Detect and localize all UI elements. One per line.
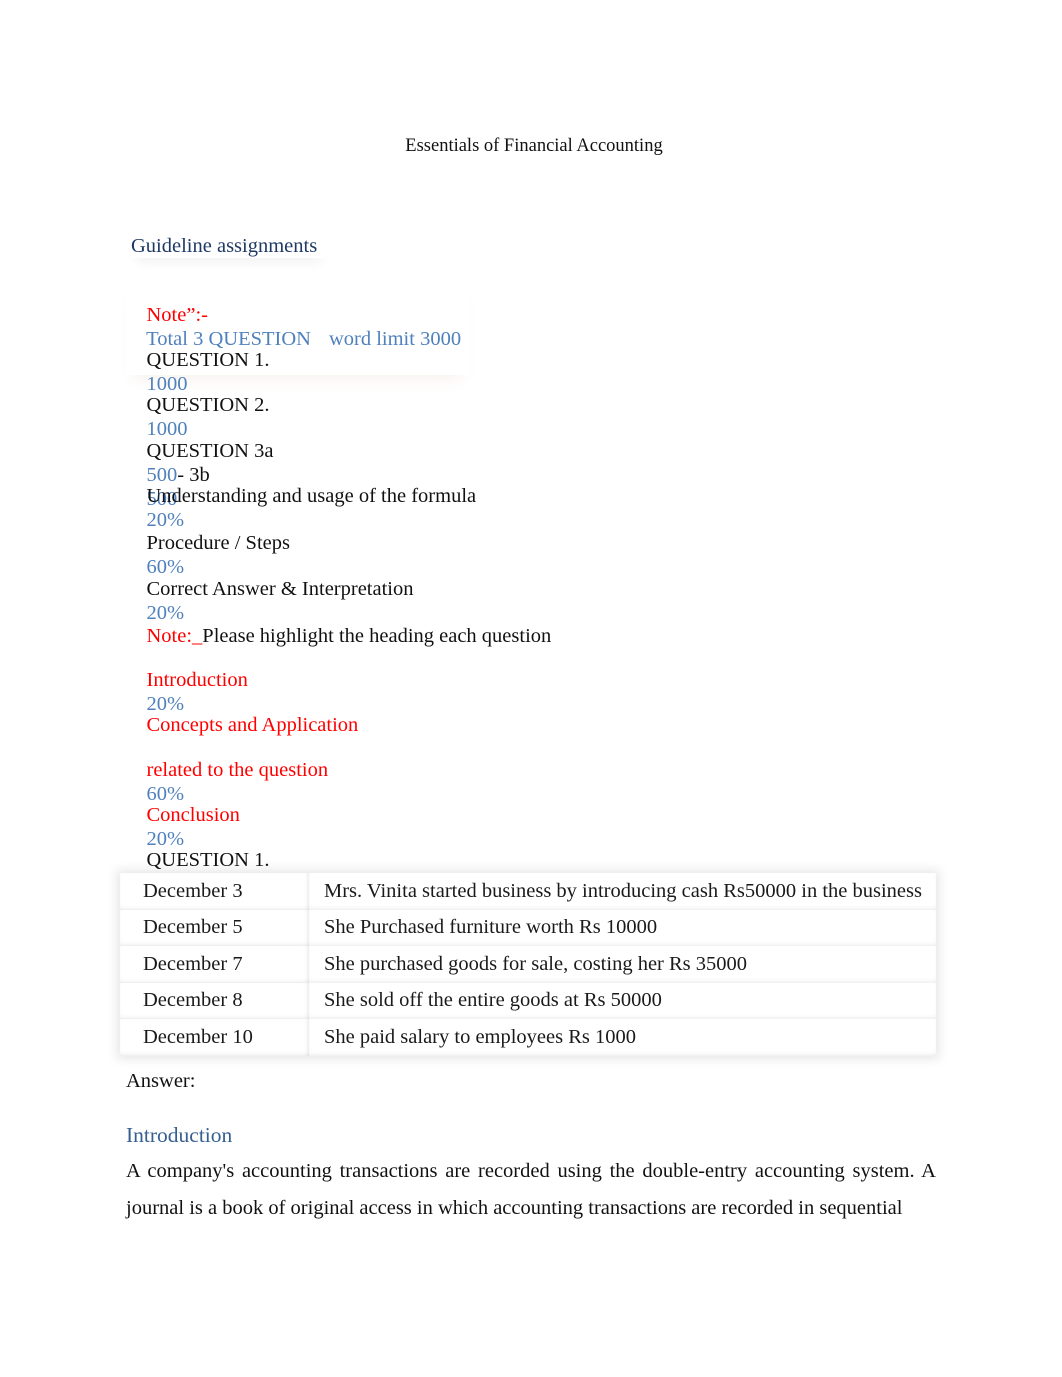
table-row: December 8 She sold off the entire goods… [120, 983, 936, 1020]
structure-label: related to the question [146, 759, 329, 781]
transaction-description: She paid salary to employees Rs 1000 [309, 1019, 936, 1056]
criteria-label: Procedure / Steps [146, 532, 290, 554]
transaction-date: December 5 [120, 910, 309, 947]
structure-label: Introduction [146, 669, 248, 691]
word-limit: word limit 3000 [328, 328, 462, 350]
table-row: December 7 She purchased goods for sale,… [120, 946, 936, 983]
criteria-label: Correct Answer & Interpretation [146, 578, 414, 600]
table-row: December 5 She Purchased furniture worth… [120, 910, 936, 947]
transaction-description: She Purchased furniture worth Rs 10000 [309, 910, 936, 947]
transaction-description: She purchased goods for sale, costing he… [309, 946, 936, 983]
transaction-date: December 3 [120, 873, 309, 910]
question-label: QUESTION 1. [146, 349, 270, 371]
transaction-description: She sold off the entire goods at Rs 5000… [309, 983, 936, 1020]
structure-label: Conclusion [146, 804, 240, 826]
question-label: QUESTION 3a [146, 440, 274, 462]
criteria-label: Understanding and usage of the formula [146, 485, 477, 507]
guideline-heading: Guideline assignments [131, 234, 327, 258]
transaction-date: December 8 [120, 983, 309, 1020]
introduction-heading: Introduction [126, 1123, 233, 1147]
note-label: Note”:- [146, 304, 208, 326]
answer-label: Answer: [126, 1070, 196, 1092]
table-row: December 3 Mrs. Vinita started business … [120, 873, 936, 910]
transactions-table: December 3 Mrs. Vinita started business … [120, 873, 936, 1056]
transaction-date: December 7 [120, 946, 309, 983]
question-label: QUESTION 1. [146, 849, 270, 871]
structure-label: Concepts and Application [146, 714, 359, 736]
transaction-date: December 10 [120, 1019, 309, 1056]
table-row: December 10 She paid salary to employees… [120, 1019, 936, 1056]
document-page: Essentials of Financial Accounting Guide… [0, 0, 1062, 1377]
question-label: QUESTION 2. [146, 394, 270, 416]
transaction-description: Mrs. Vinita started business by introduc… [309, 873, 936, 910]
document-title: Essentials of Financial Accounting [405, 136, 663, 156]
introduction-paragraph: A company's accounting transactions are … [126, 1160, 936, 1219]
